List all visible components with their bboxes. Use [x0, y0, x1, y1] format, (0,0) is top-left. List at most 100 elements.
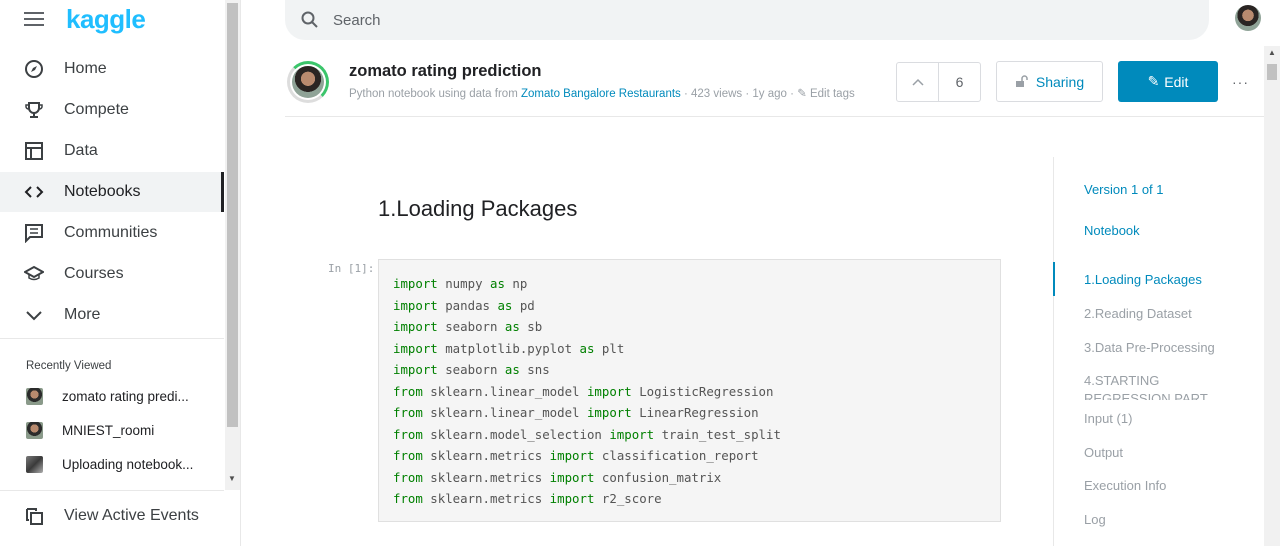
scroll-up-arrow-icon[interactable]: ▲	[1268, 48, 1276, 57]
toc-section-3[interactable]: 3.Data Pre-Processing	[1084, 340, 1215, 355]
code-text: confusion_matrix	[594, 469, 722, 485]
nav-item-data[interactable]: Data	[0, 131, 224, 171]
code-keyword: import	[393, 276, 438, 291]
search-icon	[301, 11, 319, 29]
search-input[interactable]	[333, 11, 933, 29]
recent-item[interactable]: zomato rating predi...	[0, 381, 224, 411]
toc-section-1[interactable]: 1.Loading Packages	[1084, 272, 1202, 287]
nav-item-home[interactable]: Home	[0, 49, 224, 89]
toc-log[interactable]: Log	[1084, 512, 1106, 527]
nav-item-notebooks[interactable]: Notebooks	[0, 172, 224, 212]
code-line: from sklearn.model_selection import trai…	[393, 427, 781, 442]
main-scrollbar[interactable]: ▲	[1264, 46, 1280, 546]
header-divider	[285, 116, 1264, 117]
scroll-down-arrow-icon[interactable]: ▼	[228, 474, 236, 483]
nav-label: Communities	[64, 224, 158, 241]
vote-count: 6	[955, 74, 964, 90]
notebook-thumbnail	[26, 455, 43, 473]
toc-section-4[interactable]: 4.STARTING REGRESSION PART	[1084, 372, 1224, 400]
chevron-up-icon	[911, 78, 924, 86]
code-keyword: as	[504, 362, 520, 377]
school-icon	[23, 263, 45, 285]
edit-button[interactable]: ✎ Edit	[1118, 61, 1218, 102]
code-keyword: import	[549, 469, 595, 485]
toc-input[interactable]: Input (1)	[1084, 411, 1132, 426]
hamburger-menu-icon[interactable]	[24, 12, 44, 28]
code-line: import matplotlib.pyplot as plt	[393, 341, 624, 356]
upvote-button[interactable]	[897, 63, 939, 101]
sidebar: kaggle Home Compete Data Notebooks Commu…	[0, 0, 241, 546]
code-text: pd	[512, 297, 535, 313]
code-text: sklearn.model_selection	[422, 426, 610, 442]
copy-icon	[23, 505, 45, 527]
toc-notebook[interactable]: Notebook	[1084, 223, 1140, 238]
recently-viewed-title: Recently Viewed	[26, 360, 112, 372]
toc-section-2[interactable]: 2.Reading Dataset	[1084, 306, 1192, 321]
scrollbar-thumb[interactable]	[1267, 64, 1277, 80]
code-icon	[23, 181, 45, 203]
toc-output[interactable]: Output	[1084, 445, 1123, 460]
code-keyword: import	[393, 297, 438, 313]
sharing-label: Sharing	[1035, 73, 1085, 90]
code-text: sklearn.metrics	[422, 491, 550, 506]
version-link[interactable]: Version 1 of 1	[1084, 182, 1164, 197]
code-keyword: as	[489, 276, 505, 291]
user-avatar[interactable]	[1235, 5, 1261, 31]
code-keyword: import	[609, 426, 655, 442]
nav-label: More	[64, 306, 101, 323]
code-keyword: from	[393, 383, 423, 399]
code-text: seaborn	[437, 319, 505, 334]
chevron-down-icon	[23, 304, 45, 326]
code-keyword: from	[393, 426, 423, 442]
view-active-events[interactable]: View Active Events	[0, 496, 224, 536]
recent-item[interactable]: Uploading notebook...	[0, 449, 224, 479]
notebook-thumbnail	[26, 421, 43, 439]
nav-label: Data	[64, 142, 98, 159]
pencil-icon: ✎	[797, 88, 807, 100]
code-keyword: as	[504, 319, 520, 334]
code-keyword: import	[586, 383, 632, 399]
nav-label: Compete	[64, 101, 129, 118]
code-text: train_test_split	[654, 426, 781, 442]
section-heading: 1.Loading Packages	[378, 196, 578, 221]
search-bar[interactable]	[285, 0, 1209, 40]
code-text: sklearn.metrics	[422, 469, 550, 485]
author-avatar[interactable]	[292, 66, 324, 98]
nav-item-more[interactable]: More	[0, 295, 224, 335]
kaggle-logo[interactable]: kaggle	[66, 4, 146, 35]
cell-prompt: In [1]:	[328, 262, 375, 275]
scrollbar-thumb[interactable]	[227, 3, 238, 427]
code-keyword: import	[549, 448, 595, 463]
edit-label: Edit	[1164, 73, 1189, 90]
code-text: LinearRegression	[631, 405, 759, 420]
sharing-button[interactable]: Sharing	[996, 61, 1103, 102]
nav-item-courses[interactable]: Courses	[0, 254, 224, 294]
code-line: from sklearn.linear_model import LinearR…	[393, 405, 759, 420]
toc-execution-info[interactable]: Execution Info	[1084, 478, 1166, 493]
recent-item[interactable]: MNIEST_roomi	[0, 415, 224, 445]
meta-suffix: · 423 views · 1y ago ·	[680, 88, 798, 100]
nav-label: Notebooks	[64, 183, 141, 200]
code-text: seaborn	[437, 362, 505, 377]
code-keyword: from	[393, 491, 423, 506]
nav-label: Courses	[64, 265, 124, 282]
notebook-thumbnail	[26, 387, 43, 405]
nav-item-compete[interactable]: Compete	[0, 90, 224, 130]
code-line: import pandas as pd	[393, 298, 535, 313]
divider	[0, 490, 224, 491]
edit-tags-link[interactable]: ✎ Edit tags	[797, 88, 855, 100]
dataset-link[interactable]: Zomato Bangalore Restaurants	[521, 88, 681, 100]
code-line: import numpy as np	[393, 276, 527, 291]
code-text: sb	[519, 319, 543, 334]
sidebar-scrollbar[interactable]: ▼	[225, 0, 240, 490]
code-keyword: from	[393, 405, 423, 420]
code-cell[interactable]: import numpy as np import pandas as pd imp…	[378, 259, 1001, 522]
nav-item-communities[interactable]: Communities	[0, 213, 224, 253]
code-text: pandas	[437, 297, 498, 313]
meta-prefix: Python notebook using data from	[349, 88, 521, 100]
code-keyword: import	[393, 319, 438, 334]
code-text: sklearn.metrics	[422, 448, 550, 463]
more-options-button[interactable]: ···	[1232, 74, 1249, 90]
code-line: from sklearn.metrics import r2_score	[393, 491, 662, 506]
toc-active-marker	[1053, 262, 1055, 296]
